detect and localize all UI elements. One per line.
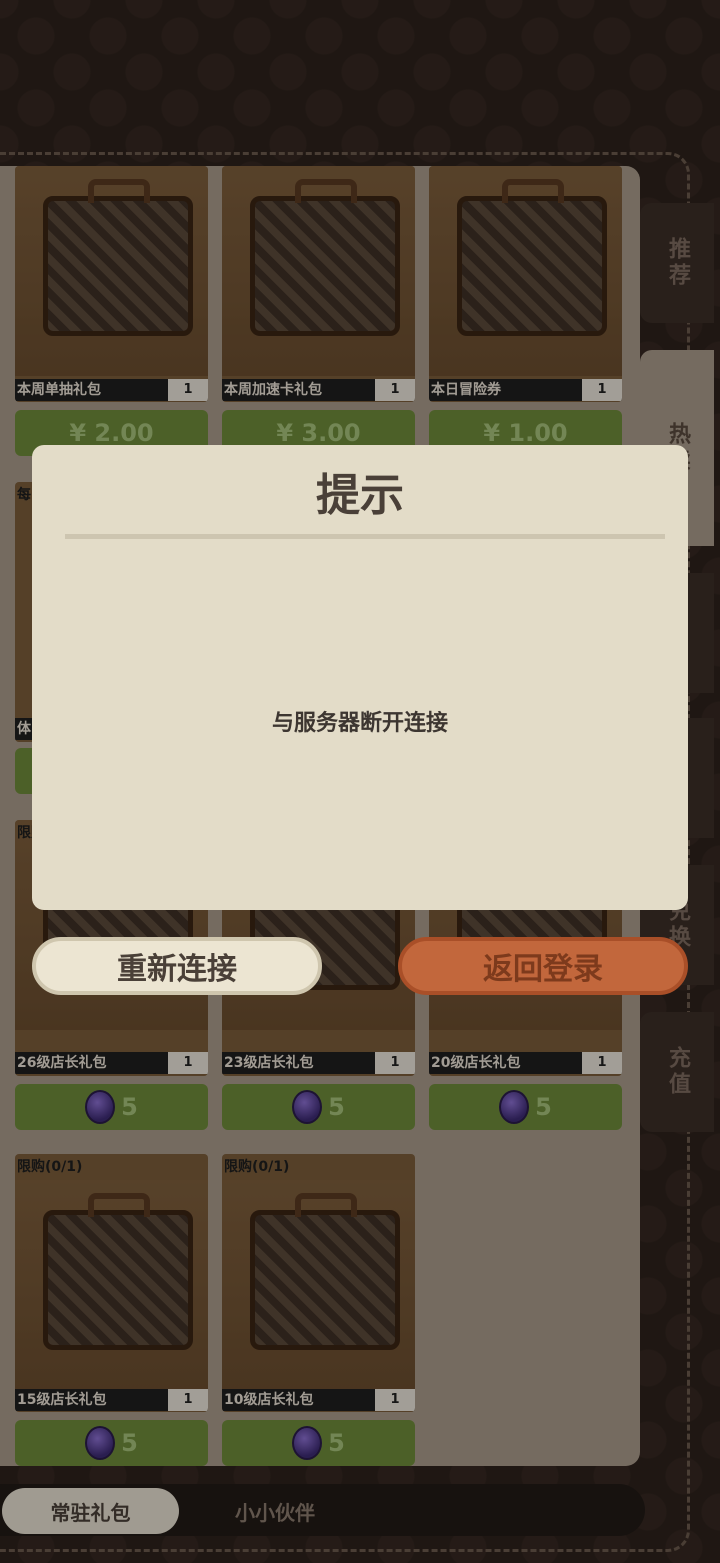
dialog-divider (65, 534, 665, 539)
dialog-message: 与服务器断开连接 (271, 711, 448, 736)
return-to-login-button[interactable]: 返回登录 (398, 937, 688, 995)
disconnect-dialog: 提示 与服务器断开连接 (32, 445, 688, 910)
reconnect-label: 重新连接 (117, 952, 237, 987)
reconnect-button[interactable]: 重新连接 (32, 937, 322, 995)
return-label: 返回登录 (483, 952, 603, 987)
dialog-title: 提示 (316, 470, 404, 521)
